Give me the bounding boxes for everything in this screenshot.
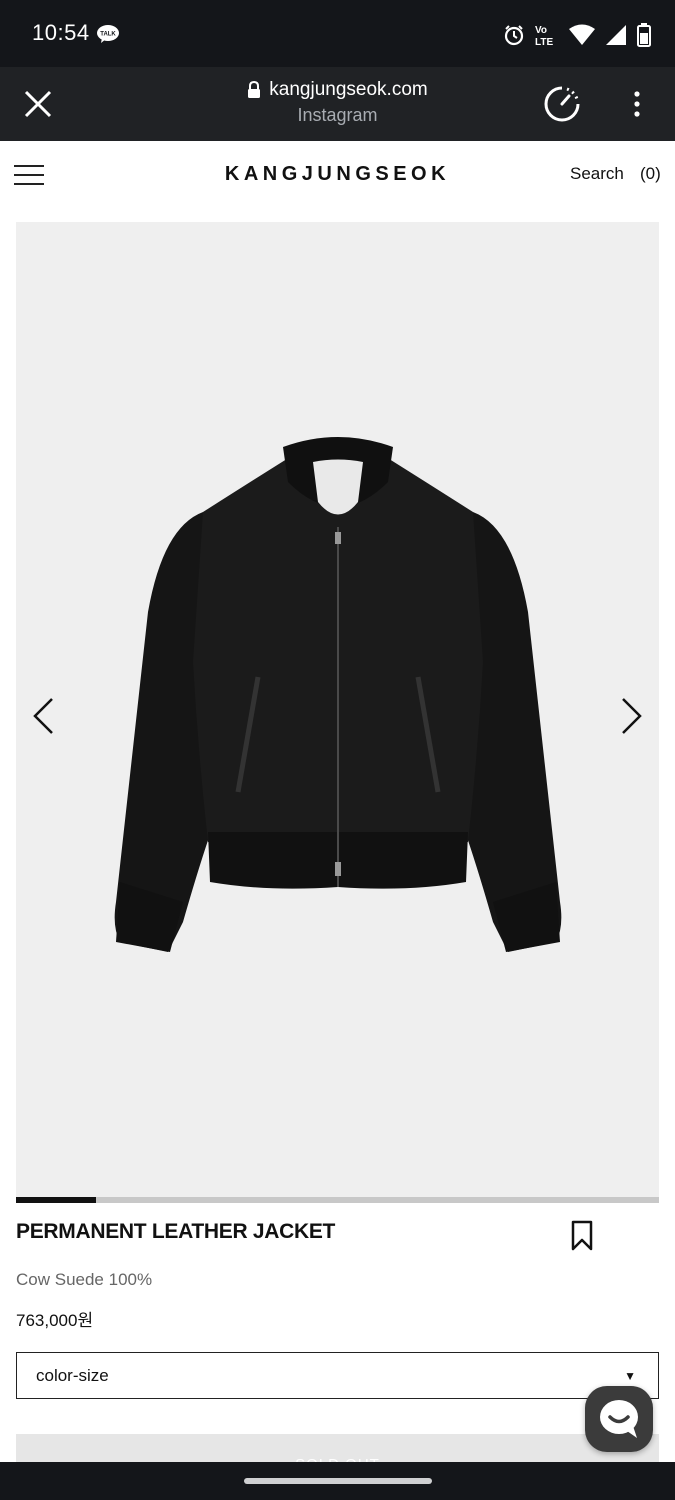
svg-text:LTE: LTE [535,37,553,47]
alarm-icon [504,25,524,46]
svg-text:Vo: Vo [535,25,547,36]
wifi-icon [569,24,595,45]
status-icons: Vo LTE [503,22,651,48]
product-material: Cow Suede 100% [16,1270,153,1289]
speed-button[interactable] [540,84,584,124]
close-icon [24,90,52,118]
battery-icon [637,23,651,47]
product-image [114,437,562,952]
talk-icon: TALK [97,25,119,43]
url-source: Instagram [297,105,378,125]
chevron-right-icon [622,698,642,734]
close-button[interactable] [18,84,58,124]
url-display[interactable]: kangjungseok.com Instagram [120,79,555,126]
previous-image-button[interactable] [28,696,58,736]
search-link[interactable]: Search [570,164,624,184]
signal-icon [606,25,626,45]
gallery-progress-fill [16,1197,97,1203]
chat-icon [600,1400,638,1438]
volte-icon: Vo LTE [535,25,553,47]
more-options-button[interactable] [622,84,652,124]
color-size-select[interactable]: color-size ▼ [16,1352,659,1399]
wishlist-button[interactable] [570,1220,594,1252]
bookmark-icon [571,1220,593,1251]
status-bar: 10:54 TALK Vo LTE [0,0,675,67]
next-image-button[interactable] [617,696,647,736]
product-image-gallery[interactable] [16,222,659,1197]
product-price: 763,000원 [16,1311,94,1330]
chevron-left-icon [33,698,53,734]
home-gesture-handle[interactable] [244,1478,432,1484]
system-navigation-bar [0,1462,675,1500]
cart-count[interactable]: (0) [640,164,661,184]
status-time: 10:54 [32,20,90,45]
lock-icon [248,81,261,98]
more-vert-icon [634,91,640,117]
chat-button[interactable] [585,1386,653,1452]
select-value: color-size [36,1366,109,1385]
speed-icon [544,86,580,122]
svg-text:TALK: TALK [100,32,116,38]
gallery-progress-bar [16,1197,659,1203]
caret-down-icon: ▼ [624,1369,636,1383]
url-text: kangjungseok.com [269,79,428,100]
product-title: PERMANENT LEATHER JACKET [16,1220,336,1243]
browser-toolbar: kangjungseok.com Instagram [0,67,675,141]
site-header: KANGJUNGSEOK Search (0) [0,141,675,211]
